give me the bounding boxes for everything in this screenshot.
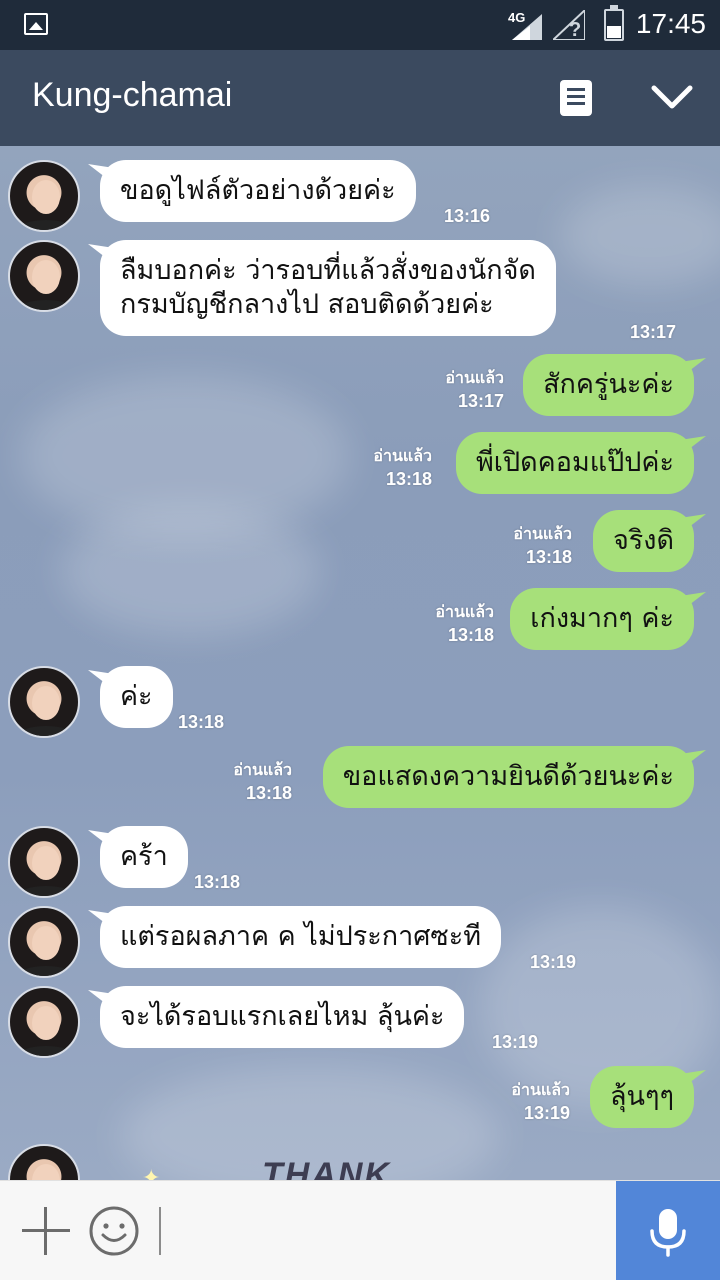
message-time: 13:17 xyxy=(457,391,504,411)
message-bubble[interactable]: ขอดูไฟล์ตัวอย่างด้วยค่ะ xyxy=(100,160,416,222)
status-bar: 4G ? 17:45 xyxy=(0,0,720,50)
message-meta: อ่านแล้ว 13:19 xyxy=(511,1078,570,1124)
avatar[interactable] xyxy=(8,666,80,738)
message-time: 13:18 xyxy=(194,872,241,892)
read-receipt: อ่านแล้ว xyxy=(233,762,292,779)
input-divider xyxy=(159,1207,161,1255)
message-time: 13:17 xyxy=(630,322,677,342)
message-time: 13:19 xyxy=(523,1103,570,1123)
message-meta: อ่านแล้ว 13:18 xyxy=(373,444,432,490)
message-bubble[interactable]: แต่รอผลภาค ค ไม่ประกาศซะที xyxy=(100,906,502,968)
avatar[interactable] xyxy=(8,240,80,312)
read-receipt: อ่านแล้ว xyxy=(513,526,572,543)
message-bubble[interactable]: คร้า xyxy=(100,826,188,888)
read-receipt: อ่านแล้ว xyxy=(445,370,504,387)
sticker[interactable]: THANK xyxy=(262,1156,391,1180)
read-receipt: อ่านแล้ว xyxy=(435,604,494,621)
battery-icon xyxy=(604,5,624,41)
message-meta: อ่านแล้ว 13:17 xyxy=(445,366,504,412)
avatar[interactable] xyxy=(8,1144,80,1180)
read-receipt: อ่านแล้ว xyxy=(511,1082,570,1099)
emoji-icon[interactable] xyxy=(88,1205,140,1257)
signal-icon xyxy=(512,14,542,40)
avatar[interactable] xyxy=(8,986,80,1058)
message-time: 13:18 xyxy=(385,469,432,489)
message-bubble[interactable]: ลืมบอกค่ะ ว่ารอบที่แล้วสั่งของนักจัด กรม… xyxy=(100,240,556,336)
read-receipt: อ่านแล้ว xyxy=(373,448,432,465)
message-time: 13:18 xyxy=(447,625,494,645)
mic-icon xyxy=(650,1209,686,1257)
note-icon[interactable] xyxy=(560,80,592,116)
message-bubble[interactable]: ลุ้นๆๆ xyxy=(589,1066,694,1128)
message-bubble[interactable]: สักครู่นะค่ะ xyxy=(523,354,694,416)
message-meta: อ่านแล้ว 13:18 xyxy=(513,522,572,568)
message-input[interactable] xyxy=(168,1201,598,1261)
message-time: 13:19 xyxy=(530,952,577,972)
message-bubble[interactable]: ขอแสดงความยินดีด้วยนะค่ะ xyxy=(322,746,694,808)
message-meta: อ่านแล้ว 13:18 xyxy=(233,758,292,804)
chevron-down-icon[interactable] xyxy=(648,78,696,118)
avatar[interactable] xyxy=(8,160,80,232)
message-bubble[interactable]: จริงดิ xyxy=(592,510,694,572)
mic-button[interactable] xyxy=(616,1181,720,1280)
sparkle-icon: ✦ xyxy=(142,1166,161,1180)
message-time: 13:19 xyxy=(492,1032,539,1052)
message-meta: อ่านแล้ว 13:18 xyxy=(435,600,494,646)
chat-header: Kung-chamai xyxy=(0,50,720,146)
message-bubble[interactable]: จะได้รอบแรกเลยไหม ลุ้นค่ะ xyxy=(100,986,465,1048)
status-clock: 17:45 xyxy=(635,8,706,39)
message-line: ลืมบอกค่ะ ว่ารอบที่แล้วสั่งของนักจัด xyxy=(120,255,536,286)
message-time: 13:16 xyxy=(444,206,491,226)
message-time: 13:18 xyxy=(525,547,572,567)
sim-icon: ? xyxy=(553,10,585,40)
message-line: กรมบัญชีกลางไป สอบติดด้วยค่ะ xyxy=(120,289,494,320)
image-notification-icon xyxy=(24,13,48,35)
message-time: 13:18 xyxy=(245,783,292,803)
message-bubble[interactable]: พี่เปิดคอมแป๊ปค่ะ xyxy=(455,432,694,494)
message-time: 13:18 xyxy=(178,712,225,732)
chat-title: Kung-chamai xyxy=(32,76,233,114)
plus-icon[interactable] xyxy=(22,1207,70,1255)
message-bubble[interactable]: ค่ะ xyxy=(100,666,173,728)
svg-text:?: ? xyxy=(569,19,581,40)
chat-area[interactable]: ขอดูไฟล์ตัวอย่างด้วยค่ะ 13:16 ลืมบอกค่ะ … xyxy=(0,146,720,1180)
message-bubble[interactable]: เก่งมากๆ ค่ะ xyxy=(510,588,694,650)
input-bar xyxy=(0,1180,720,1280)
avatar[interactable] xyxy=(8,906,80,978)
avatar[interactable] xyxy=(8,826,80,898)
